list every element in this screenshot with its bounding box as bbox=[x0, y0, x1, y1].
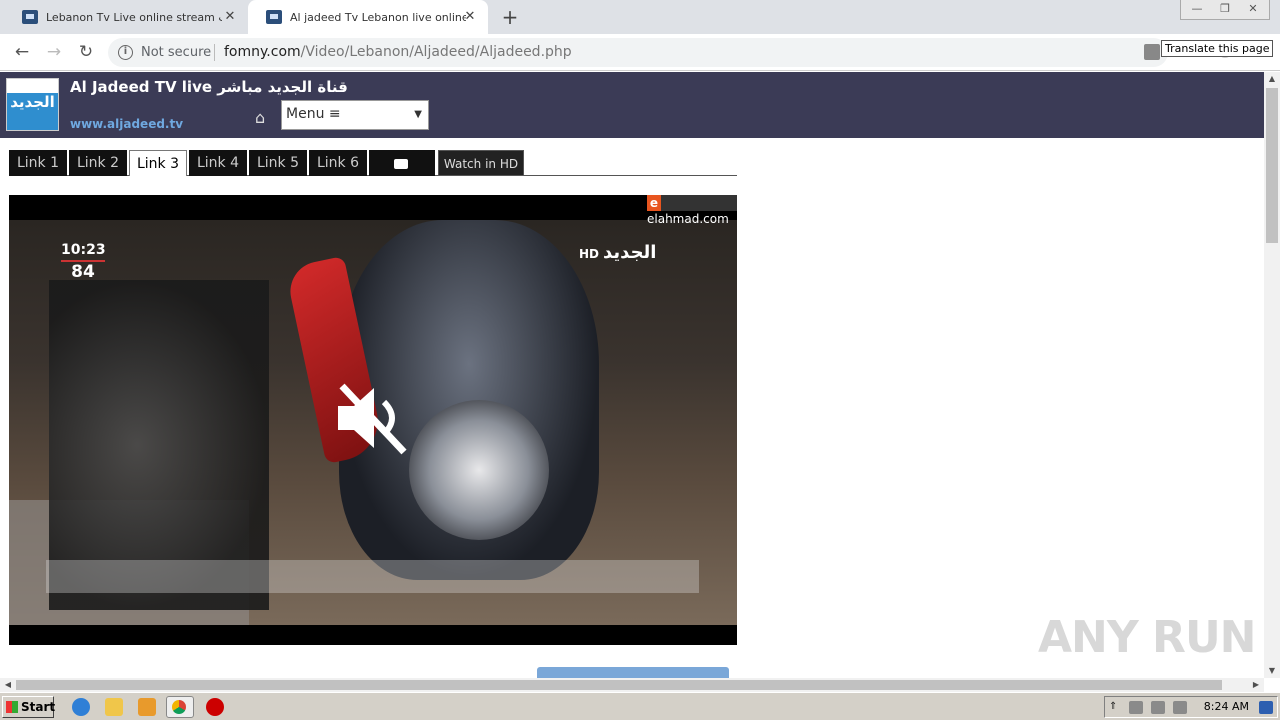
scroll-up-icon[interactable]: ▲ bbox=[1264, 72, 1280, 86]
maximize-button[interactable]: ❐ bbox=[1213, 0, 1237, 20]
chevron-down-icon: ▼ bbox=[414, 109, 422, 120]
flag-icon[interactable] bbox=[1173, 701, 1187, 714]
network-icon[interactable] bbox=[1129, 701, 1143, 714]
url-text[interactable]: fomny.com/Video/Lebanon/Aljadeed/Aljadee… bbox=[224, 44, 572, 60]
chrome-icon bbox=[172, 700, 186, 714]
video-headlight bbox=[409, 400, 549, 540]
back-button[interactable]: ← bbox=[10, 41, 34, 63]
forward-button[interactable]: → bbox=[42, 41, 66, 63]
url-path: /Video/Lebanon/Aljadeed/Aljadeed.php bbox=[300, 44, 572, 60]
menu-dropdown[interactable]: Menu ≡ ▼ bbox=[281, 100, 429, 130]
url-host: fomny.com bbox=[224, 44, 301, 60]
tv-icon bbox=[22, 10, 38, 24]
scroll-left-icon[interactable]: ◀ bbox=[0, 678, 16, 692]
video-player[interactable]: 10:23 84 HD الجديد eelahmad.com bbox=[9, 195, 737, 645]
scroll-thumb-horizontal[interactable] bbox=[16, 680, 1222, 690]
tab-title: Lebanon Tv Live online stream قنوات bbox=[46, 10, 222, 24]
scroll-right-icon[interactable]: ▶ bbox=[1248, 678, 1264, 692]
logo-text: الجديد bbox=[10, 93, 55, 111]
source-badge-site: elahmad.com bbox=[647, 212, 729, 226]
youtube-button[interactable]: YouTube bbox=[369, 150, 435, 196]
start-label: Start bbox=[21, 700, 56, 714]
translate-icon[interactable] bbox=[1144, 44, 1160, 60]
link-tab-1[interactable]: Link 1 bbox=[9, 150, 67, 176]
close-window-button[interactable]: ✕ bbox=[1241, 0, 1265, 20]
link-tab-6[interactable]: Link 6 bbox=[309, 150, 367, 176]
reload-button[interactable]: ↻ bbox=[74, 41, 98, 63]
media-player-icon[interactable] bbox=[138, 698, 156, 716]
muted-speaker-icon[interactable] bbox=[334, 380, 410, 456]
clock-time: 10:23 bbox=[61, 242, 106, 258]
logo-top-band bbox=[7, 79, 58, 93]
minimize-button[interactable]: — bbox=[1185, 0, 1209, 20]
file-explorer-icon[interactable] bbox=[105, 698, 123, 716]
taskbar-clock: 8:24 AM bbox=[1203, 700, 1249, 713]
video-lower-banner bbox=[46, 560, 699, 593]
windows-taskbar: Start ⇑ 8:24 AM bbox=[0, 692, 1280, 720]
source-badge[interactable]: eelahmad.com bbox=[647, 195, 737, 226]
close-tab-icon[interactable]: ✕ bbox=[462, 9, 478, 25]
address-bar[interactable]: i Not secure fomny.com/Video/Lebanon/Alj… bbox=[108, 38, 1168, 67]
browser-tab-aljadeed[interactable]: Al jadeed Tv Lebanon live online stre ✕ bbox=[248, 0, 488, 34]
windows-logo-icon bbox=[6, 701, 18, 713]
vertical-scrollbar[interactable]: ▲ ▼ bbox=[1264, 72, 1280, 678]
web-page: الجديد Al Jadeed TV live قناة الجديد مبا… bbox=[0, 72, 1264, 678]
tab-strip: Lebanon Tv Live online stream قنوات ✕ Al… bbox=[0, 0, 1280, 34]
anyrun-watermark: ANY RUN bbox=[1038, 612, 1256, 663]
close-tab-icon[interactable]: ✕ bbox=[222, 9, 238, 25]
system-tray: ⇑ 8:24 AM bbox=[1104, 696, 1278, 718]
stop-icon[interactable] bbox=[206, 698, 224, 716]
site-url-link[interactable]: www.aljadeed.tv bbox=[70, 117, 183, 131]
video-frame: 10:23 84 HD الجديد bbox=[9, 220, 737, 625]
channel-logo-bug: HD الجديد bbox=[579, 242, 656, 263]
menu-label: Menu ≡ bbox=[286, 106, 341, 122]
show-desktop-icon[interactable] bbox=[1259, 701, 1273, 714]
info-icon[interactable]: i bbox=[118, 45, 133, 60]
new-tab-button[interactable]: + bbox=[498, 5, 522, 29]
watch-in-hd-button[interactable]: Watch in HD bbox=[438, 150, 524, 176]
source-badge-letter: e bbox=[647, 195, 661, 211]
channel-name: الجديد bbox=[603, 242, 657, 263]
link-tab-3[interactable]: Link 3 bbox=[129, 150, 187, 176]
temperature: 84 bbox=[61, 260, 105, 282]
below-video-button[interactable] bbox=[537, 667, 729, 678]
youtube-label: YouTube bbox=[373, 182, 431, 196]
tv-icon bbox=[266, 10, 282, 24]
translate-tooltip: Translate this page bbox=[1161, 40, 1274, 57]
site-header: الجديد Al Jadeed TV live قناة الجديد مبا… bbox=[0, 72, 1264, 138]
youtube-play-icon bbox=[394, 158, 408, 169]
tab-title: Al jadeed Tv Lebanon live online stre bbox=[290, 10, 466, 24]
horizontal-scrollbar[interactable]: ◀ ▶ bbox=[0, 678, 1264, 692]
scroll-thumb[interactable] bbox=[1266, 88, 1278, 243]
internet-explorer-icon[interactable] bbox=[72, 698, 90, 716]
link-tab-2[interactable]: Link 2 bbox=[69, 150, 127, 176]
browser-toolbar: ← → ↻ i Not secure fomny.com/Video/Leban… bbox=[0, 34, 1280, 71]
home-icon[interactable]: ⌂ bbox=[255, 108, 265, 127]
channel-hd-label: HD bbox=[579, 247, 600, 261]
security-label: Not secure bbox=[141, 45, 212, 60]
link-tabs: Link 1 Link 2 Link 3 Link 4 Link 5 Link … bbox=[9, 150, 737, 196]
volume-icon[interactable] bbox=[1151, 701, 1165, 714]
scroll-down-icon[interactable]: ▼ bbox=[1264, 664, 1280, 678]
page-title: Al Jadeed TV live قناة الجديد مباشر bbox=[70, 78, 348, 96]
browser-tab-lebanon[interactable]: Lebanon Tv Live online stream قنوات ✕ bbox=[4, 0, 248, 34]
window-controls: — ❐ ✕ bbox=[1180, 0, 1270, 20]
channel-clock: 10:23 84 bbox=[61, 242, 106, 282]
start-button[interactable]: Start bbox=[2, 696, 56, 718]
site-logo[interactable]: الجديد bbox=[6, 78, 59, 131]
link-tab-5[interactable]: Link 5 bbox=[249, 150, 307, 176]
divider bbox=[214, 44, 215, 61]
link-tab-4[interactable]: Link 4 bbox=[189, 150, 247, 176]
tray-expand-icon[interactable]: ⇑ bbox=[1109, 701, 1119, 714]
